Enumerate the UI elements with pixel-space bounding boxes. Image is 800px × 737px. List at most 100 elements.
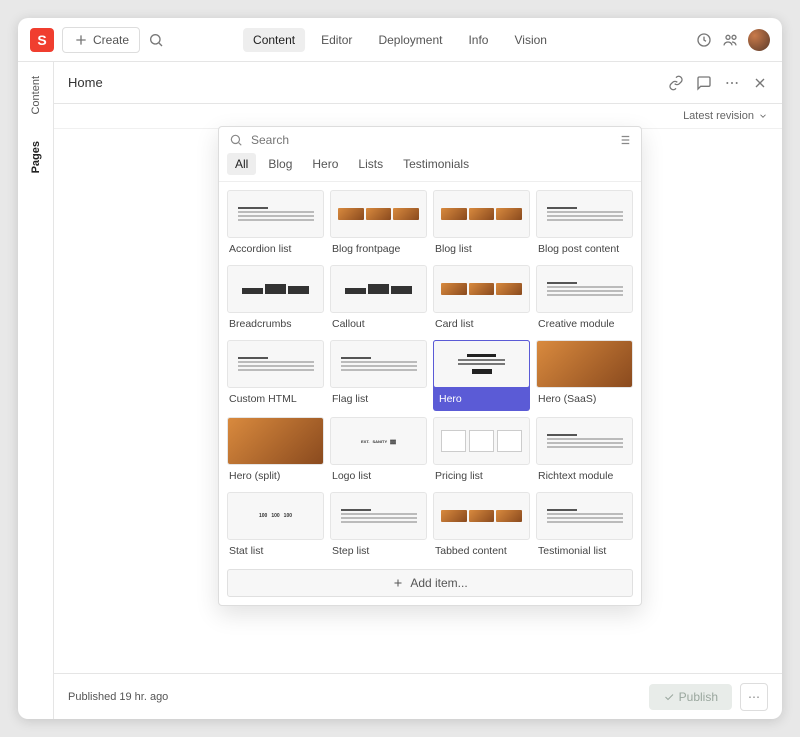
picker-card[interactable]: Hero [433,340,530,411]
footer-more-button[interactable]: ⋯ [740,683,768,711]
card-label: Richtext module [536,465,633,486]
top-bar: S Create Content Editor Deployment Info … [18,18,782,62]
picker-card[interactable]: 100100100Stat list [227,492,324,561]
nav-deployment[interactable]: Deployment [368,28,452,52]
picker-card[interactable]: Richtext module [536,417,633,486]
picker-card[interactable]: Card list [433,265,530,334]
picker-card[interactable]: Hero (SaaS) [536,340,633,411]
more-icon[interactable] [724,75,740,91]
sidetab-pages[interactable]: Pages [30,137,42,177]
activity-icon[interactable] [696,32,712,48]
footer-bar: Published 19 hr. ago Publish ⋯ [54,673,782,719]
card-label: Creative module [536,313,633,334]
card-label: Flag list [330,388,427,409]
picker-tab-all[interactable]: All [227,153,256,175]
card-thumbnail [536,190,633,238]
picker-card[interactable]: Creative module [536,265,633,334]
revision-label: Latest revision [683,110,754,122]
card-label: Callout [330,313,427,334]
card-label: Step list [330,540,427,561]
create-button-label: Create [93,33,129,47]
card-label: Stat list [227,540,324,561]
nav-content[interactable]: Content [243,28,305,52]
card-thumbnail [433,190,530,238]
card-thumbnail [227,417,324,465]
nav-info[interactable]: Info [458,28,498,52]
app-window: S Create Content Editor Deployment Info … [18,18,782,719]
picker-card[interactable]: Testimonial list [536,492,633,561]
picker-card[interactable]: Accordion list [227,190,324,259]
document-actions [668,75,768,91]
publish-button[interactable]: Publish [649,684,732,710]
card-thumbnail [227,265,324,313]
picker-card[interactable]: Pricing list [433,417,530,486]
picker-card[interactable]: Step list [330,492,427,561]
picker-card[interactable]: Custom HTML [227,340,324,411]
picker-card[interactable]: Blog frontpage [330,190,427,259]
card-thumbnail [330,190,427,238]
card-label: Logo list [330,465,427,486]
card-thumbnail [433,492,530,540]
card-label: Accordion list [227,238,324,259]
create-button[interactable]: Create [62,27,140,53]
picker-tab-blog[interactable]: Blog [260,153,300,175]
card-label: Hero (split) [227,465,324,486]
card-label: Pricing list [433,465,530,486]
revision-selector[interactable]: Latest revision [683,110,768,122]
card-thumbnail [536,492,633,540]
search-icon [229,133,243,147]
picker-grid: Accordion list Blog frontpage Blog list Blo… [219,182,641,569]
card-thumbnail [330,492,427,540]
picker-tab-hero[interactable]: Hero [304,153,346,175]
picker-card[interactable]: Blog post content [536,190,633,259]
picker-search-input[interactable] [251,133,609,147]
card-thumbnail [536,265,633,313]
close-icon[interactable] [752,75,768,91]
search-icon[interactable] [148,32,164,48]
add-item-label: Add item... [410,576,467,590]
card-label: Hero (SaaS) [536,388,633,409]
top-actions [696,29,770,51]
link-icon[interactable] [668,75,684,91]
picker-card[interactable]: Flag list [330,340,427,411]
card-label: Blog frontpage [330,238,427,259]
side-tabs: Content Pages [18,62,54,719]
add-item-button[interactable]: Add item... [227,569,633,597]
card-label: Blog post content [536,238,633,259]
picker-card[interactable]: Callout [330,265,427,334]
card-thumbnail [330,340,427,388]
picker-card[interactable]: Tabbed content [433,492,530,561]
card-label: Custom HTML [227,388,324,409]
user-avatar[interactable] [748,29,770,51]
comment-icon[interactable] [696,75,712,91]
picker-search-row [219,127,641,153]
picker-card[interactable]: EXT.SANITY▓▓Logo list [330,417,427,486]
users-icon[interactable] [722,32,738,48]
card-thumbnail [330,265,427,313]
publish-icon [663,691,675,703]
list-view-icon[interactable] [617,133,631,147]
card-thumbnail [433,417,530,465]
document-title: Home [68,75,103,90]
card-thumbnail [433,340,530,388]
document-header: Home [54,62,782,104]
published-status: Published 19 hr. ago [68,691,168,703]
card-thumbnail [536,340,633,388]
plus-icon [73,32,89,48]
card-label: Card list [433,313,530,334]
app-logo[interactable]: S [30,28,54,52]
picker-card[interactable]: Breadcrumbs [227,265,324,334]
sidetab-content[interactable]: Content [30,72,42,119]
chevron-down-icon [758,111,768,121]
card-thumbnail [227,340,324,388]
nav-vision[interactable]: Vision [504,28,556,52]
card-label: Tabbed content [433,540,530,561]
picker-tab-testimonials[interactable]: Testimonials [395,153,477,175]
picker-card[interactable]: Blog list [433,190,530,259]
picker-card[interactable]: Hero (split) [227,417,324,486]
plus-icon [392,577,404,589]
primary-nav: Content Editor Deployment Info Vision [243,28,557,52]
picker-tab-lists[interactable]: Lists [350,153,391,175]
nav-editor[interactable]: Editor [311,28,362,52]
card-label: Hero [433,388,530,411]
